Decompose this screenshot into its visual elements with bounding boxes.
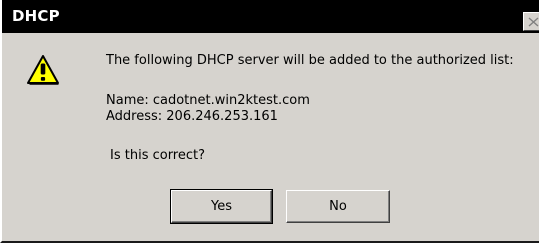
warning-icon	[26, 54, 60, 86]
server-address-text: Address: 206.246.253.161	[106, 109, 278, 124]
close-icon	[528, 17, 539, 27]
window-title: DHCP	[12, 7, 60, 25]
confirm-question: Is this correct?	[110, 148, 206, 163]
no-button[interactable]: No	[286, 190, 390, 223]
server-name-text: Name: cadotnet.win2ktest.com	[106, 93, 310, 108]
yes-button[interactable]: Yes	[170, 189, 273, 224]
close-button[interactable]	[523, 12, 539, 31]
title-bar[interactable]: DHCP	[2, 0, 539, 33]
message-line: The following DHCP server will be added …	[106, 53, 514, 68]
dhcp-dialog: DHCP The following DHCP server will be a…	[0, 0, 539, 243]
